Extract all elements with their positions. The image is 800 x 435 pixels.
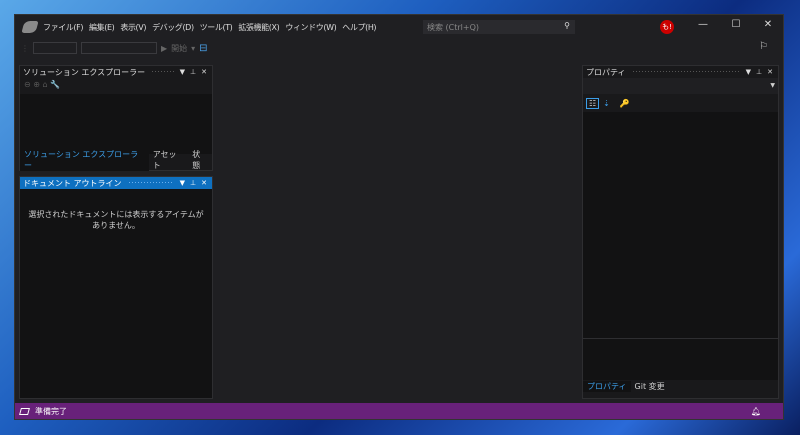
- property-description: [583, 338, 778, 380]
- dropdown-icon[interactable]: ▼: [180, 179, 185, 187]
- visual-studio-window: ファイル(F) 編集(E) 表示(V) デバッグ(D) ツール(T) 拡張機能(X) ウィン…: [14, 14, 784, 420]
- config-dropdown[interactable]: [33, 42, 77, 54]
- avatar[interactable]: も!: [660, 20, 674, 34]
- menu-edit[interactable]: 編集(E): [89, 22, 115, 33]
- play-icon: ▶: [161, 43, 168, 53]
- solution-tabs: ソリューション エクスプローラー アセット 状態: [20, 149, 212, 171]
- menu-file[interactable]: ファイル(F): [43, 22, 83, 33]
- menu-extensions[interactable]: 拡張機能(X): [238, 22, 279, 33]
- back-icon[interactable]: ⊖: [24, 80, 31, 89]
- platform-dropdown[interactable]: [81, 42, 157, 54]
- vs-logo-icon: [21, 21, 39, 33]
- categorized-icon[interactable]: ☷: [586, 97, 600, 109]
- search-icon: ⚲: [564, 21, 570, 30]
- panel-title: ドキュメント アウトライン: [23, 178, 122, 188]
- pin-icon[interactable]: ⊥: [190, 68, 196, 76]
- title-bar: ファイル(F) 編集(E) 表示(V) デバッグ(D) ツール(T) 拡張機能(X) ウィン…: [15, 15, 420, 39]
- tab-properties[interactable]: プロパティ: [583, 380, 631, 392]
- dropdown-icon[interactable]: ▼: [746, 68, 751, 76]
- menu-tools[interactable]: ツール(T): [200, 22, 233, 33]
- alphabetical-icon[interactable]: ⇣: [603, 99, 610, 108]
- tab-assets[interactable]: アセット: [149, 149, 188, 171]
- tab-state[interactable]: 状態: [188, 149, 212, 171]
- outline-body: 選択されたドキュメントには表示するアイテムがありません。: [20, 189, 212, 398]
- property-pages-icon[interactable]: 🔑: [620, 99, 630, 108]
- home-icon[interactable]: ⌂: [43, 80, 48, 89]
- start-button[interactable]: 開始: [171, 43, 187, 54]
- grip-icon: ⋮: [21, 43, 29, 53]
- status-icon: [19, 407, 30, 415]
- menu-debug[interactable]: デバッグ(D): [152, 22, 194, 33]
- solution-tree: [20, 94, 212, 154]
- object-dropdown[interactable]: ▼: [583, 78, 778, 94]
- tab-solution-explorer[interactable]: ソリューション エクスプローラー: [20, 149, 149, 171]
- maximize-button[interactable]: ☐: [728, 19, 744, 30]
- properties-tabs: プロパティ Git 変更: [583, 380, 778, 392]
- close-button[interactable]: ✕: [760, 19, 776, 30]
- properties-header: プロパティ ▼ ⊥ ✕: [583, 66, 778, 78]
- property-grid: [583, 112, 778, 338]
- start-dropdown-icon[interactable]: ▾: [191, 44, 195, 53]
- properties-panel: プロパティ ▼ ⊥ ✕ ▼ ☷ ⇣ 🔑 プロパティ Git 変更: [582, 65, 779, 399]
- panel-title: プロパティ: [586, 67, 626, 77]
- live-share-icon[interactable]: ⚐: [759, 41, 768, 52]
- menu-view[interactable]: 表示(V): [120, 22, 146, 33]
- status-bar: 準備完了 🔔︎: [15, 403, 783, 419]
- properties-toolbar: ☷ ⇣ 🔑: [583, 94, 778, 112]
- menu-window[interactable]: ウィンドウ(W): [285, 22, 336, 33]
- search-input[interactable]: 検索 (Ctrl+Q) ⚲: [423, 20, 575, 34]
- solution-explorer-panel: ソリューション エクスプローラー ▼ ⊥ ✕ ⊖ ⊕ ⌂ 🔧 ソリューション エクスプ…: [19, 65, 213, 171]
- search-placeholder: 検索 (Ctrl+Q): [427, 23, 480, 32]
- close-icon[interactable]: ✕: [767, 68, 773, 76]
- toolbar: ⋮ ▶ 開始 ▾ ⊟: [21, 41, 321, 55]
- empty-message: 選択されたドキュメントには表示するアイテムがありません。: [28, 210, 204, 230]
- wrench-icon[interactable]: 🔧: [50, 80, 60, 89]
- panel-title: ソリューション エクスプローラー: [23, 67, 146, 77]
- tab-git-changes[interactable]: Git 変更: [631, 381, 669, 392]
- close-icon[interactable]: ✕: [201, 179, 207, 187]
- document-outline-header: ドキュメント アウトライン ▼ ⊥ ✕: [20, 177, 212, 189]
- menu-bar: ファイル(F) 編集(E) 表示(V) デバッグ(D) ツール(T) 拡張機能(X) ウィン…: [43, 22, 377, 33]
- minimize-button[interactable]: —: [695, 19, 711, 30]
- window-icon[interactable]: ⊟: [199, 43, 207, 54]
- forward-icon[interactable]: ⊕: [33, 80, 40, 89]
- menu-help[interactable]: ヘルプ(H): [342, 22, 376, 33]
- dropdown-icon[interactable]: ▼: [180, 68, 185, 76]
- document-outline-panel: ドキュメント アウトライン ▼ ⊥ ✕ 選択されたドキュメントには表示するアイテムがあ…: [19, 176, 213, 399]
- notification-bell-icon[interactable]: 🔔︎: [751, 407, 761, 416]
- close-icon[interactable]: ✕: [201, 68, 207, 76]
- pin-icon[interactable]: ⊥: [756, 68, 762, 76]
- solution-toolbar: ⊖ ⊕ ⌂ 🔧: [20, 78, 212, 94]
- pin-icon[interactable]: ⊥: [190, 179, 196, 187]
- status-text: 準備完了: [35, 406, 67, 416]
- solution-explorer-header: ソリューション エクスプローラー ▼ ⊥ ✕: [20, 66, 212, 78]
